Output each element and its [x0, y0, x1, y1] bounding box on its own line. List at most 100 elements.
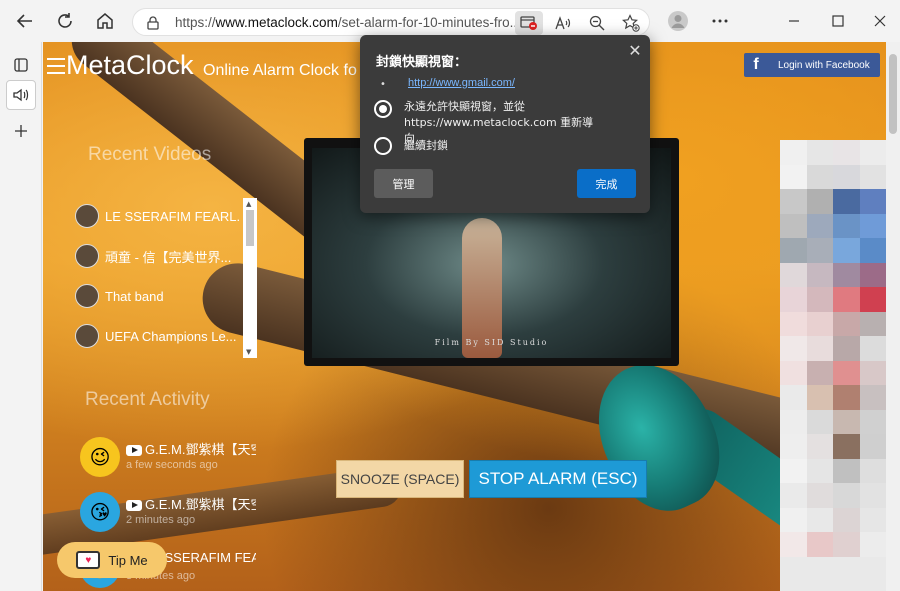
- list-item[interactable]: That band: [75, 282, 243, 310]
- facebook-login-button[interactable]: f Login with Facebook: [744, 53, 880, 77]
- ad-tile: [833, 458, 860, 483]
- ad-tile: [833, 532, 860, 557]
- popup-blocked-icon[interactable]: [515, 11, 543, 35]
- home-icon[interactable]: [90, 6, 120, 36]
- lock-icon[interactable]: [141, 11, 165, 35]
- ad-tile: [859, 532, 886, 557]
- ad-tile: [859, 311, 886, 336]
- recent-videos-list: LE SSERAFIM FEARL... 頑童 - 信【完美世界... That…: [75, 198, 259, 358]
- recent-activity-title: Recent Activity: [85, 389, 210, 410]
- list-item[interactable]: UEFA Champions Le...: [75, 322, 243, 350]
- bullet-icon: •: [380, 79, 386, 90]
- dialog-close-icon[interactable]: ✕: [626, 41, 644, 60]
- ad-tile: [833, 336, 860, 361]
- ad-tile: [859, 458, 886, 483]
- ad-tile: [780, 262, 807, 287]
- zoom-out-icon[interactable]: [585, 11, 609, 35]
- minimize-icon[interactable]: [780, 8, 808, 34]
- favorite-add-icon[interactable]: [619, 11, 643, 35]
- manage-button[interactable]: 管理: [374, 169, 433, 198]
- allow-popups-radio[interactable]: [374, 100, 392, 118]
- ad-tile: [780, 360, 807, 385]
- keep-blocking-radio[interactable]: [374, 137, 392, 155]
- ad-tile: [780, 434, 807, 459]
- tip-me-button[interactable]: ♥ Tip Me: [57, 542, 167, 578]
- coffee-heart-icon: ♥: [76, 551, 101, 569]
- ad-tile: [859, 507, 886, 532]
- video-thumbnail: [75, 324, 99, 348]
- ad-tile: [859, 140, 886, 165]
- list-item[interactable]: 頑童 - 信【完美世界...: [75, 242, 243, 270]
- video-thumbnail: [75, 204, 99, 228]
- speaker-icon[interactable]: [6, 80, 36, 110]
- ad-tile: [780, 238, 807, 263]
- url-text: https://www.metaclock.com/set-alarm-for-…: [175, 15, 521, 30]
- video-thumbnail: [75, 284, 99, 308]
- maximize-icon[interactable]: [824, 8, 852, 34]
- ad-tile: [833, 262, 860, 287]
- activity-item[interactable]: 😉 G.E.M.鄧紫棋【天空 a few seconds ago: [80, 437, 260, 487]
- ad-tile: [833, 409, 860, 434]
- ad-tile: [806, 336, 833, 361]
- ad-tile: [806, 287, 833, 312]
- tab-actions-icon[interactable]: [6, 50, 36, 80]
- ad-tile: [833, 360, 860, 385]
- ad-tile: [859, 336, 886, 361]
- blocked-popup-link[interactable]: http://www.gmail.com/: [408, 77, 515, 89]
- ad-tile: [859, 189, 886, 214]
- snooze-button[interactable]: SNOOZE (SPACE): [336, 460, 464, 498]
- keep-blocking-label: 繼續封鎖: [404, 139, 448, 152]
- ad-tile: [806, 434, 833, 459]
- youtube-icon: [126, 445, 142, 457]
- video-thumbnail: [75, 244, 99, 268]
- youtube-icon: [126, 500, 142, 512]
- ad-tile: [780, 409, 807, 434]
- site-tagline: Online Alarm Clock fo: [203, 62, 357, 79]
- ad-tile: [806, 189, 833, 214]
- page-scrollbar[interactable]: [886, 42, 900, 591]
- ad-tile: [806, 311, 833, 336]
- ad-tile: [806, 458, 833, 483]
- ad-tile: [780, 483, 807, 508]
- ad-tile: [780, 164, 807, 189]
- ad-tile: [859, 409, 886, 434]
- ad-tile: [859, 262, 886, 287]
- stop-alarm-button[interactable]: STOP ALARM (ESC): [469, 460, 647, 498]
- back-icon[interactable]: [10, 6, 40, 36]
- advertisement[interactable]: [780, 140, 886, 591]
- ad-tile: [780, 532, 807, 557]
- ad-tile: [833, 213, 860, 238]
- menu-icon[interactable]: [47, 58, 65, 76]
- ad-tile: [806, 507, 833, 532]
- popup-blocked-dialog: 封鎖快顯視窗： ✕ • http://www.gmail.com/ 永遠允許快顯…: [360, 35, 650, 213]
- close-icon[interactable]: [866, 8, 894, 34]
- more-icon[interactable]: [705, 6, 735, 36]
- ad-tile: [806, 164, 833, 189]
- refresh-icon[interactable]: [50, 6, 80, 36]
- ad-tile: [780, 458, 807, 483]
- read-aloud-icon[interactable]: [551, 11, 575, 35]
- ad-tile: [806, 483, 833, 508]
- ad-tile: [806, 262, 833, 287]
- done-button[interactable]: 完成: [577, 169, 636, 198]
- ad-tile: [859, 164, 886, 189]
- scroll-down-icon[interactable]: ▼: [246, 348, 251, 356]
- ad-tile: [780, 336, 807, 361]
- profile-icon[interactable]: [663, 6, 693, 36]
- ad-tile: [806, 213, 833, 238]
- ad-tile: [780, 287, 807, 312]
- videos-scrollbar[interactable]: ▲ ▼: [243, 198, 257, 358]
- site-logo[interactable]: MetaClock: [66, 50, 194, 81]
- list-item[interactable]: LE SSERAFIM FEARL...: [75, 202, 243, 230]
- ad-tile: [833, 311, 860, 336]
- ad-tile: [780, 189, 807, 214]
- ad-tile: [859, 213, 886, 238]
- ad-tile: [806, 409, 833, 434]
- activity-item[interactable]: 😘 G.E.M.鄧紫棋【天空 2 minutes ago: [80, 492, 260, 542]
- scroll-up-icon[interactable]: ▲: [246, 200, 251, 208]
- address-bar[interactable]: https://www.metaclock.com/set-alarm-for-…: [132, 8, 650, 36]
- ad-tile: [780, 385, 807, 410]
- add-icon[interactable]: [6, 116, 36, 146]
- ad-tile: [806, 238, 833, 263]
- ad-tile: [859, 238, 886, 263]
